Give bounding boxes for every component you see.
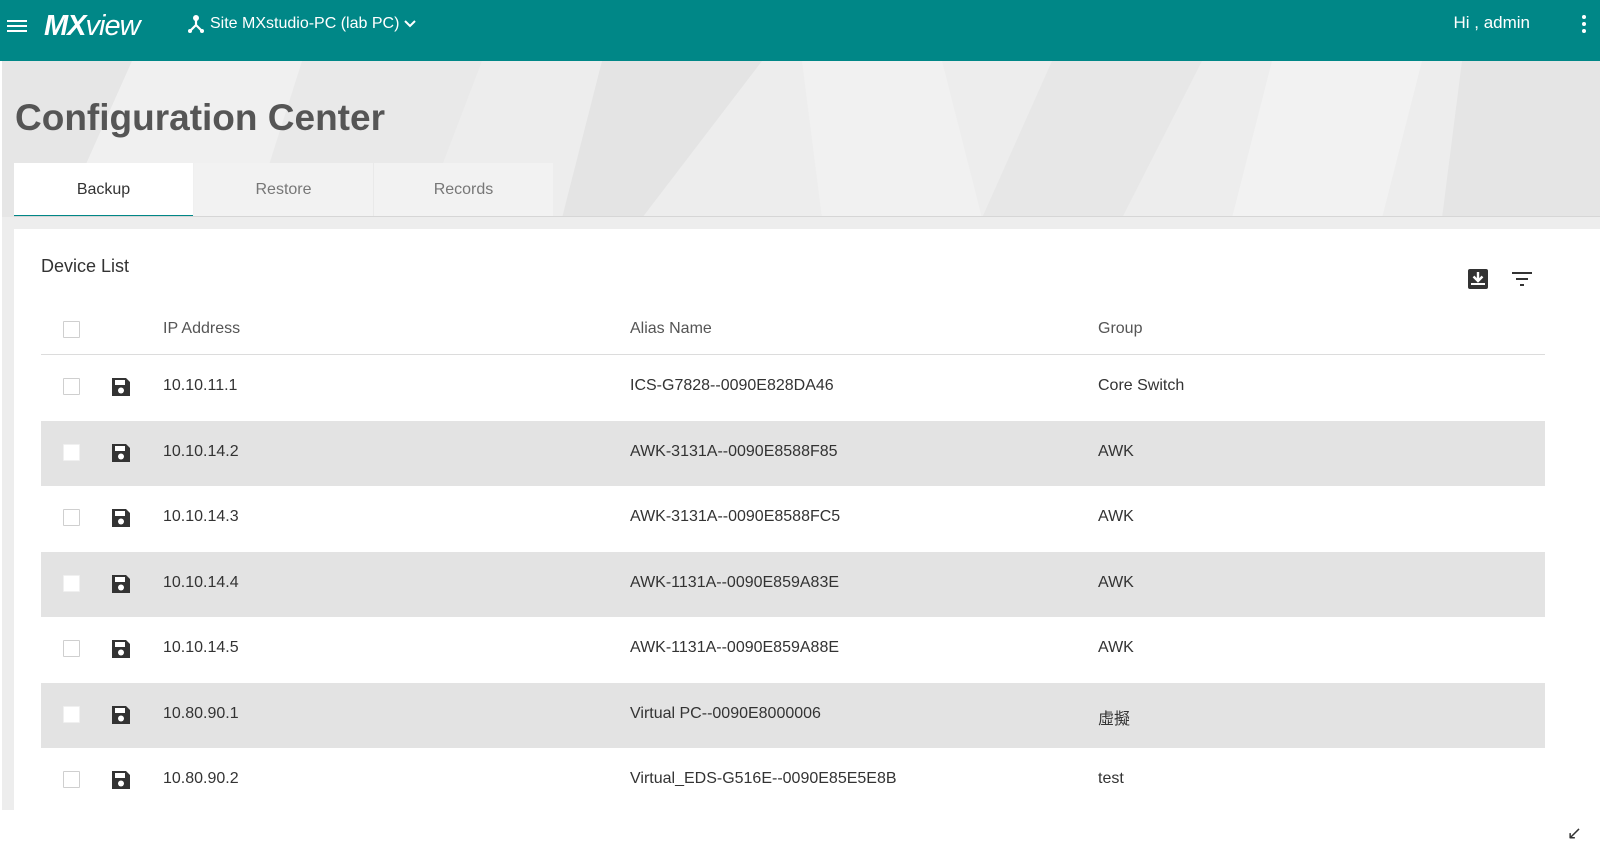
- save-icon[interactable]: [109, 703, 133, 727]
- alias-name: AWK-3131A--0090E8588F85: [630, 442, 838, 460]
- ip-address: 10.80.90.2: [163, 770, 239, 787]
- group-name: Core Switch: [1098, 377, 1185, 394]
- row-checkbox[interactable]: [63, 443, 80, 461]
- ip-address: 10.10.14.3: [163, 508, 239, 525]
- ip-address: 10.10.11.1: [163, 377, 238, 394]
- table-row[interactable]: 10.80.90.1 Virtual PC--0090E8000006 虛擬: [41, 682, 1545, 748]
- alias-name: Virtual_EDS-G516E--0090E85E5E8B: [630, 770, 897, 787]
- user-greeting: Hi , admin: [1453, 13, 1530, 32]
- chevron-down-icon: [404, 20, 417, 28]
- table-row[interactable]: 10.80.90.2 Virtual_EDS-G516E--0090E85E5E…: [41, 748, 1545, 810]
- ip-address: 10.10.14.5: [163, 639, 239, 656]
- alias-name: AWK-1131A--0090E859A88E: [630, 639, 840, 656]
- save-icon[interactable]: [109, 637, 133, 661]
- row-checkbox[interactable]: [63, 771, 80, 788]
- group-name: AWK: [1098, 639, 1134, 656]
- group-name: test: [1098, 770, 1124, 787]
- row-checkbox[interactable]: [63, 509, 80, 526]
- filter-icon[interactable]: [1510, 267, 1534, 291]
- alias-name: AWK-1131A--0090E859A83E: [630, 573, 840, 591]
- select-all-checkbox[interactable]: [63, 321, 80, 338]
- table-row[interactable]: 10.10.11.1 ICS-G7828--0090E828DA46 Core …: [41, 355, 1545, 421]
- save-icon[interactable]: [109, 768, 133, 792]
- site-selector[interactable]: Site MXstudio-PC (lab PC): [186, 12, 417, 36]
- table-header: IP Address Alias Name Group: [41, 296, 1545, 355]
- resize-corner-icon[interactable]: ↙: [1567, 823, 1582, 844]
- row-checkbox[interactable]: [63, 705, 80, 723]
- panel-gutter: [2, 217, 1600, 229]
- page-title: Configuration Center: [15, 97, 385, 138]
- alias-name: Virtual PC--0090E8000006: [630, 704, 821, 722]
- menu-icon[interactable]: [6, 15, 28, 37]
- ip-address: 10.10.14.4: [163, 573, 239, 591]
- logo: MXview: [44, 10, 141, 42]
- ip-address: 10.80.90.1: [163, 704, 239, 722]
- save-icon[interactable]: [109, 375, 133, 399]
- save-icon[interactable]: [109, 441, 133, 465]
- more-vert-icon[interactable]: [1578, 14, 1590, 36]
- table-row[interactable]: 10.10.14.3 AWK-3131A--0090E8588FC5 AWK: [41, 486, 1545, 552]
- ip-address: 10.10.14.2: [163, 442, 239, 460]
- tab-backup[interactable]: Backup: [14, 163, 193, 217]
- top-app-bar: MXview Site MXstudio-PC (lab PC) Hi , ad…: [0, 0, 1600, 61]
- alias-name: ICS-G7828--0090E828DA46: [630, 377, 834, 394]
- device-list-panel: Device List IP Address Alias Name Group …: [14, 229, 1600, 810]
- tab-records[interactable]: Records: [374, 163, 553, 217]
- save-icon[interactable]: [109, 506, 133, 530]
- bottom-margin: [0, 810, 1600, 862]
- save-icon[interactable]: [109, 572, 133, 596]
- panel-left-gutter: [2, 229, 14, 810]
- row-checkbox[interactable]: [63, 378, 80, 395]
- tab-bar: Backup Restore Records: [14, 163, 554, 217]
- row-checkbox[interactable]: [63, 640, 80, 657]
- column-ip-address[interactable]: IP Address: [163, 320, 240, 338]
- group-name: 虛擬: [1098, 710, 1131, 728]
- group-name: AWK: [1098, 573, 1134, 591]
- column-alias-name[interactable]: Alias Name: [630, 320, 712, 338]
- group-name: AWK: [1098, 508, 1134, 525]
- site-label: Site MXstudio-PC (lab PC): [210, 15, 400, 32]
- alias-name: AWK-3131A--0090E8588FC5: [630, 508, 841, 525]
- column-group[interactable]: Group: [1098, 320, 1142, 338]
- tab-restore[interactable]: Restore: [194, 163, 373, 217]
- table-row[interactable]: 10.10.14.5 AWK-1131A--0090E859A88E AWK: [41, 617, 1545, 683]
- site-topology-icon: [188, 15, 204, 33]
- export-icon[interactable]: [1466, 267, 1490, 291]
- row-checkbox[interactable]: [63, 574, 80, 592]
- table-row[interactable]: 10.10.14.4 AWK-1131A--0090E859A83E AWK: [41, 551, 1545, 617]
- group-name: AWK: [1098, 442, 1134, 460]
- device-table: IP Address Alias Name Group 10.10.11.1 I…: [41, 296, 1545, 810]
- device-list-title: Device List: [41, 256, 130, 276]
- table-row[interactable]: 10.10.14.2 AWK-3131A--0090E8588F85 AWK: [41, 420, 1545, 486]
